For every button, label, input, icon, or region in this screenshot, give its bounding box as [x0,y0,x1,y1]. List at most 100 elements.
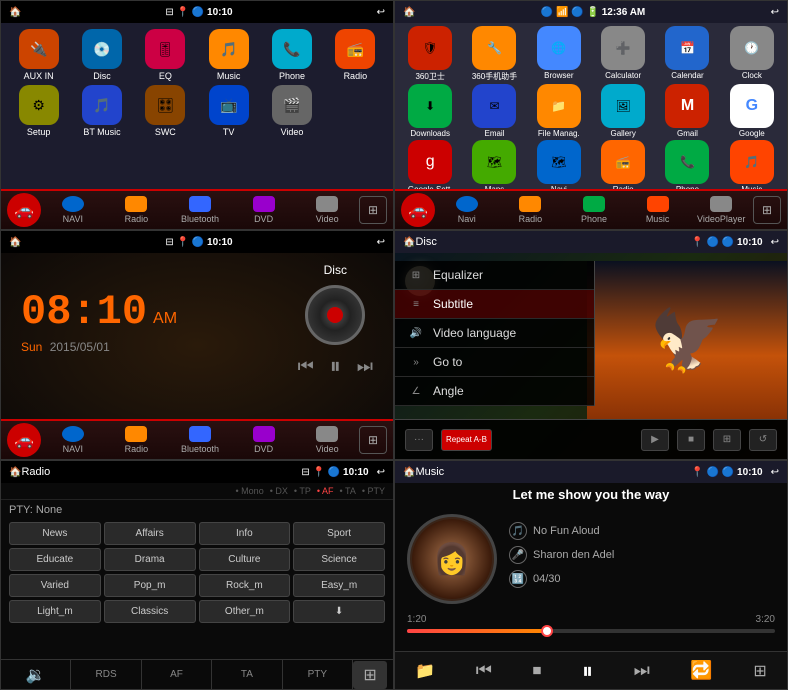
next-btn[interactable]: ⏭ [357,356,373,377]
menu-btn[interactable]: ⊞ [713,429,741,451]
af-btn[interactable]: AF [142,660,212,689]
pty-other-m[interactable]: Other_m [199,600,291,623]
pty-culture[interactable]: Culture [199,548,291,571]
app-video[interactable]: 🎬Video [262,85,321,137]
pty-easy-m[interactable]: Easy_m [293,574,385,597]
nav-video-p1[interactable]: Video [295,196,359,224]
nav-navi-p2[interactable]: Navi [435,196,499,224]
pty-educate[interactable]: Educate [9,548,101,571]
nav-radio-p3[interactable]: Radio [105,426,169,454]
app-email[interactable]: ✉Email [463,84,525,138]
pty-rock-m[interactable]: Rock_m [199,574,291,597]
menu-equalizer[interactable]: ⊞ Equalizer [395,261,594,290]
nav-dvd-p3[interactable]: DVD [232,426,296,454]
app-swc[interactable]: 🎛SWC [136,85,195,137]
back-icon-p1[interactable]: ↩ [377,7,385,18]
stop-btn-music[interactable]: ⏹ [532,660,541,681]
pty-classics[interactable]: Classics [104,600,196,623]
home-icon-p3[interactable]: 🏠 [9,237,21,248]
playlist-btn-music[interactable]: ⊞ [753,661,766,681]
ta-btn[interactable]: TA [212,660,282,689]
back-icon-p2[interactable]: ↩ [771,7,779,18]
pty-affairs[interactable]: Affairs [104,522,196,545]
settings-btn-p5[interactable]: ⊞ [353,661,387,689]
app-phone-p2[interactable]: 📞Phone [656,140,718,194]
nav-radio-p1[interactable]: Radio [105,196,169,224]
app-bt-music[interactable]: 🎵BT Music [72,85,131,137]
app-clock[interactable]: 🕐Clock [721,26,783,82]
play-btn[interactable]: ▶ [641,429,669,451]
app-aux-in[interactable]: 🔌AUX IN [9,29,68,81]
pty-science[interactable]: Science [293,548,385,571]
nav-bt-p3[interactable]: Bluetooth [168,426,232,454]
pty-sport[interactable]: Sport [293,522,385,545]
nav-videoplayer-p2[interactable]: VideoPlayer [689,196,753,224]
grid-view-btn-p2[interactable]: ⊞ [753,196,781,224]
app-google[interactable]: GGoogle [721,84,783,138]
pty-more[interactable]: ⬇ [293,600,385,623]
home-icon-p6[interactable]: 🏠 [403,467,415,478]
back-icon-p5[interactable]: ↩ [377,467,385,478]
app-music-p2[interactable]: 🎵Music [721,140,783,194]
app-disc[interactable]: 💿Disc [72,29,131,81]
progress-bar[interactable] [407,629,775,633]
app-maps[interactable]: 🗺Maps [463,140,525,194]
menu-goto[interactable]: » Go to [395,348,594,377]
grid-view-btn-p1[interactable]: ⊞ [359,196,387,224]
home-icon-p2[interactable]: 🏠 [403,7,415,18]
app-360sj[interactable]: 🔧360手机助手 [463,26,525,82]
home-icon-p5[interactable]: 🏠 [9,467,21,478]
rds-btn[interactable]: RDS [71,660,141,689]
nav-bt-p1[interactable]: Bluetooth [168,196,232,224]
app-calculator[interactable]: ➕Calculator [592,26,654,82]
app-gallery[interactable]: 🖼Gallery [592,84,654,138]
pty-pop-m[interactable]: Pop_m [104,574,196,597]
app-eq[interactable]: 🎚EQ [136,29,195,81]
disc-circle[interactable] [305,285,365,345]
app-gmail[interactable]: MGmail [656,84,718,138]
vol-down-btn[interactable]: 🔉 [1,660,71,689]
nav-video-p3[interactable]: Video [295,426,359,454]
back-icon-p4[interactable]: ↩ [771,237,779,248]
repeat-ab-btn[interactable]: Repeat A-B [441,429,492,451]
home-icon-p1[interactable]: 🏠 [9,7,21,18]
pty-bottom-btn[interactable]: PTY [283,660,353,689]
folder-btn[interactable]: 📁 [415,661,435,681]
app-setup[interactable]: ⚙Setup [9,85,68,137]
repeat-btn-music[interactable]: 🔁 [690,660,712,681]
repeat-btn[interactable]: ↺ [749,429,777,451]
nav-phone-p2[interactable]: Phone [562,196,626,224]
nav-navi-p1[interactable]: NAVI [41,196,105,224]
pty-info[interactable]: Info [199,522,291,545]
pty-news[interactable]: News [9,522,101,545]
pty-light-m[interactable]: Light_m [9,600,101,623]
play-pause-btn-music[interactable]: ⏸ [582,658,593,684]
app-music[interactable]: 🎵Music [199,29,258,81]
menu-subtitle[interactable]: ≡ Subtitle [395,290,594,319]
pause-btn[interactable]: ⏸ [330,353,341,379]
nav-navi-p3[interactable]: NAVI [41,426,105,454]
back-icon-p6[interactable]: ↩ [771,467,779,478]
app-google-sett[interactable]: gGoogle Sett. [399,140,461,194]
pty-drama[interactable]: Drama [104,548,196,571]
car-icon-p1[interactable]: 🚗 [7,193,41,227]
app-navi-p2[interactable]: 🗺Navi [528,140,590,194]
home-icon-p4[interactable]: 🏠 [403,237,415,248]
nav-radio-p2[interactable]: Radio [499,196,563,224]
prev-btn-music[interactable]: ⏮ [476,660,492,681]
stop-btn[interactable]: ■ [677,429,705,451]
next-btn-music[interactable]: ⏭ [634,660,650,681]
pty-varied[interactable]: Varied [9,574,101,597]
app-downloads[interactable]: ⬇Downloads [399,84,461,138]
app-360ws[interactable]: 🛡360卫士 [399,26,461,82]
app-phone[interactable]: 📞Phone [262,29,321,81]
menu-video-language[interactable]: 🔊 Video language [395,319,594,348]
app-browser[interactable]: 🌐Browser [528,26,590,82]
app-radio[interactable]: 📻Radio [326,29,385,81]
menu-angle[interactable]: ∠ Angle [395,377,594,406]
car-icon-p2[interactable]: 🚗 [401,193,435,227]
more-btn[interactable]: ··· [405,429,433,451]
nav-music-p2[interactable]: Music [626,196,690,224]
app-radio-p2[interactable]: 📻Radio [592,140,654,194]
car-icon-p3[interactable]: 🚗 [7,423,41,457]
